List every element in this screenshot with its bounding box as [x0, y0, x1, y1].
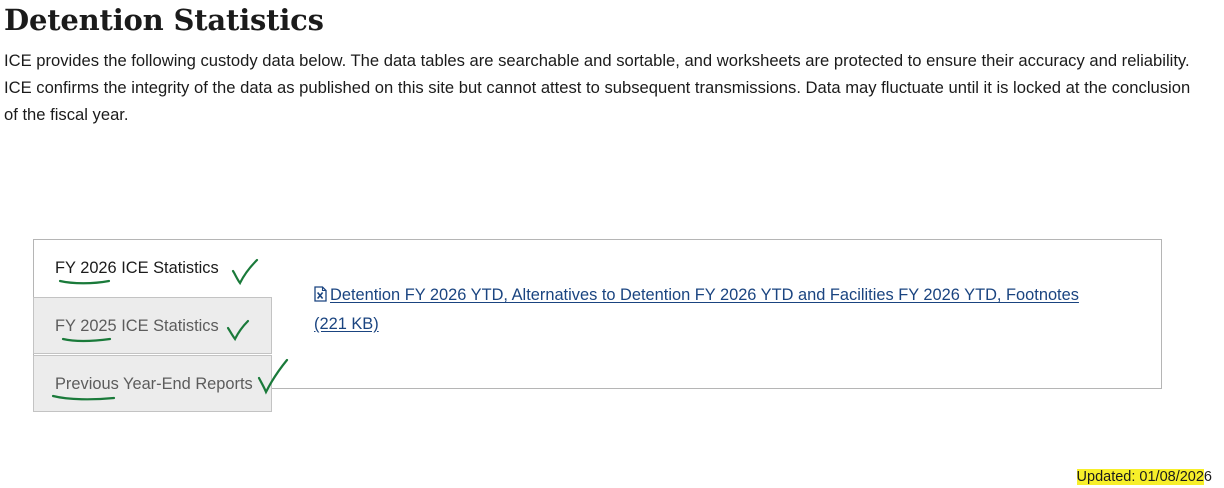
tab-label: FY 2026 ICE Statistics: [55, 259, 219, 277]
tab-previous-year-end[interactable]: Previous Year-End Reports: [33, 355, 272, 412]
excel-file-icon: [314, 284, 327, 311]
highlighted-date-text: Updated: 01/08/202: [1076, 469, 1204, 485]
last-updated-date: Updated: 01/08/2026: [1076, 466, 1212, 488]
tab-fy2025[interactable]: FY 2025 ICE Statistics: [33, 297, 272, 354]
tab-label: Previous Year-End Reports: [55, 375, 253, 393]
page-title: Detention Statistics: [4, 3, 324, 37]
date-suffix-text: 6: [1203, 469, 1212, 485]
detention-data-download-link[interactable]: Detention FY 2026 YTD, Alternatives to D…: [314, 282, 1114, 338]
intro-paragraph: ICE provides the following custody data …: [4, 51, 1191, 124]
tab-fy2026[interactable]: FY 2026 ICE Statistics: [33, 240, 270, 297]
tab-label: FY 2025 ICE Statistics: [55, 317, 219, 335]
download-link-text: Detention FY 2026 YTD, Alternatives to D…: [314, 286, 1079, 333]
